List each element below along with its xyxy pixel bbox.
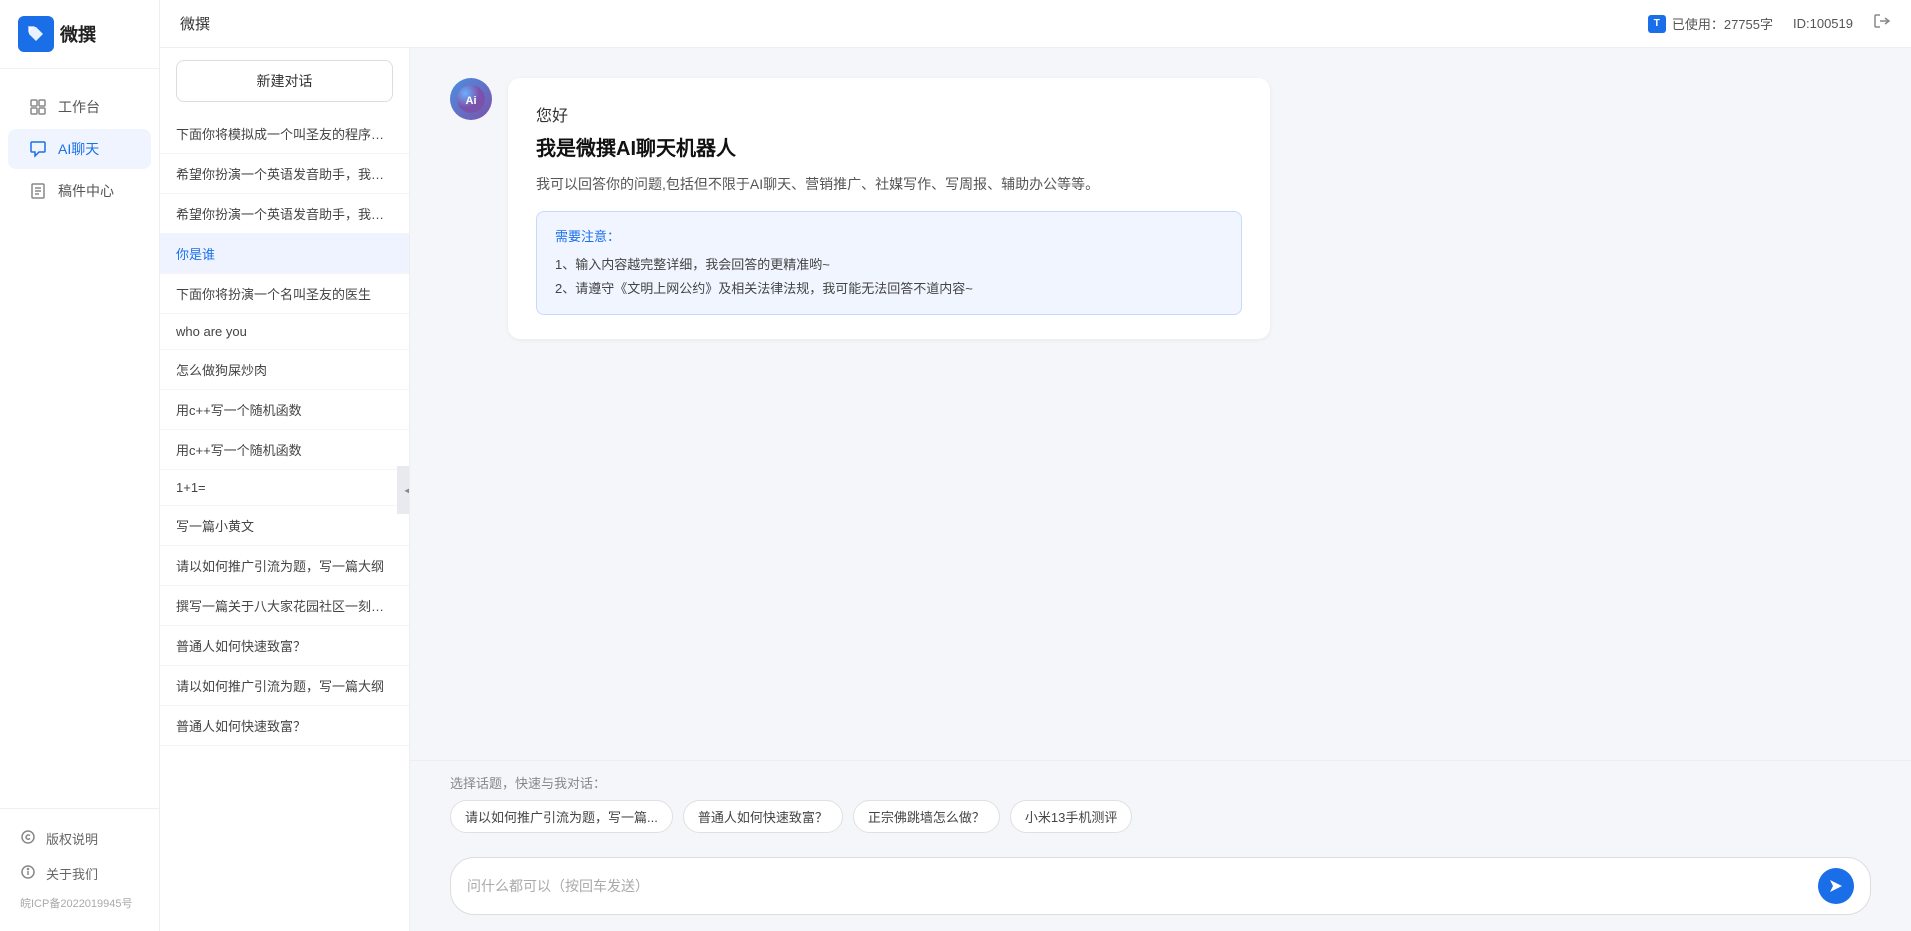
notice-item: 1、输入内容越完整详细，我会回答的更精准哟~ xyxy=(555,253,1223,276)
notice-box: 需要注意： 1、输入内容越完整详细，我会回答的更精准哟~2、请遵守《文明上网公约… xyxy=(536,211,1242,315)
welcome-block: Ai 您好 我是微撰AI聊天机器人 我可以回答你的问题,包括但不限于AI聊天、营… xyxy=(450,78,1270,339)
quick-topics-label: 选择话题，快速与我对话： xyxy=(450,773,1871,792)
history-item[interactable]: 1+1= xyxy=(160,470,409,506)
topbar-title: 微撰 xyxy=(180,13,210,34)
usage-info: T 已使用：27755字 xyxy=(1648,14,1773,33)
welcome-greeting: 您好 xyxy=(536,102,1242,126)
history-item[interactable]: 你是谁 xyxy=(160,234,409,274)
copyright-label: 版权说明 xyxy=(46,829,98,848)
usage-label: 已使用：27755字 xyxy=(1672,14,1773,33)
draft-center-icon xyxy=(28,181,48,201)
collapse-button[interactable]: ◀ xyxy=(397,466,410,514)
about-icon xyxy=(20,864,36,883)
copyright-icon xyxy=(20,829,36,848)
history-item[interactable]: 希望你扮演一个英语发音助手，我提供给你... xyxy=(160,194,409,234)
usage-icon: T xyxy=(1648,15,1666,33)
notice-title: 需要注意： xyxy=(555,226,1223,245)
notice-items: 1、输入内容越完整详细，我会回答的更精准哟~2、请遵守《文明上网公约》及相关法律… xyxy=(555,253,1223,300)
topbar: 微撰 T 已使用：27755字 ID:100519 xyxy=(160,0,1911,48)
content-wrapper: 新建对话 下面你将模拟成一个叫圣友的程序员，我说...希望你扮演一个英语发音助手… xyxy=(160,48,1911,931)
send-button[interactable] xyxy=(1818,868,1854,904)
history-list: 下面你将模拟成一个叫圣友的程序员，我说...希望你扮演一个英语发音助手，我提供给… xyxy=(160,114,409,746)
about-item[interactable]: 关于我们 xyxy=(0,856,159,891)
notice-item: 2、请遵守《文明上网公约》及相关法律法规，我可能无法回答不道内容~ xyxy=(555,277,1223,300)
logo-icon xyxy=(18,16,54,52)
topbar-right: T 已使用：27755字 ID:100519 xyxy=(1648,12,1891,35)
ai-chat-icon xyxy=(28,139,48,159)
sidebar-item-draft-center[interactable]: 稿件中心 xyxy=(8,171,151,211)
sidebar-bottom: 版权说明 关于我们 皖ICP备2022019945号 xyxy=(0,808,159,931)
quick-topics-bar: 选择话题，快速与我对话： 请以如何推广引流为题，写一篇... 普通人如何快速致富？… xyxy=(410,760,1911,845)
history-item[interactable]: 请以如何推广引流为题，写一篇大纲 xyxy=(160,546,409,586)
history-item[interactable]: 普通人如何快速致富？ xyxy=(160,626,409,666)
svg-text:Ai: Ai xyxy=(466,95,477,107)
quick-topics-list: 请以如何推广引流为题，写一篇... 普通人如何快速致富？ 正宗佛跳墙怎么做？ 小米13… xyxy=(450,800,1871,833)
new-chat-label: 新建对话 xyxy=(257,71,313,91)
ai-chat-label: AI聊天 xyxy=(58,139,99,159)
workbench-icon xyxy=(28,97,48,117)
history-item[interactable]: 普通人如何快速致富？ xyxy=(160,706,409,746)
input-area xyxy=(410,845,1911,931)
app-name: 微撰 xyxy=(60,21,96,47)
history-item[interactable]: 下面你将扮演一个名叫圣友的医生 xyxy=(160,274,409,314)
user-id: ID:100519 xyxy=(1793,16,1853,31)
input-box xyxy=(450,857,1871,915)
sidebar-item-workbench[interactable]: 工作台 xyxy=(8,87,151,127)
icp-text: 皖ICP备2022019945号 xyxy=(0,891,159,919)
chat-area: Ai 您好 我是微撰AI聊天机器人 我可以回答你的问题,包括但不限于AI聊天、营… xyxy=(410,48,1911,931)
history-item[interactable]: who are you xyxy=(160,314,409,350)
quick-topic-chip[interactable]: 小米13手机测评 xyxy=(1010,800,1132,833)
sidebar: 微撰 工作台 AI聊天 xyxy=(0,0,160,931)
quick-topic-chip[interactable]: 普通人如何快速致富？ xyxy=(683,800,843,833)
welcome-title: 我是微撰AI聊天机器人 xyxy=(536,132,1242,161)
welcome-desc: 我可以回答你的问题,包括但不限于AI聊天、营销推广、社媒写作、写周报、辅助办公等… xyxy=(536,173,1242,195)
ai-avatar: Ai xyxy=(450,78,492,120)
sidebar-item-ai-chat[interactable]: AI聊天 xyxy=(8,129,151,169)
new-chat-button[interactable]: 新建对话 xyxy=(176,60,393,102)
history-item[interactable]: 用c++写一个随机函数 xyxy=(160,390,409,430)
workbench-label: 工作台 xyxy=(58,97,100,117)
logo-area: 微撰 xyxy=(0,0,159,69)
logout-button[interactable] xyxy=(1873,12,1891,35)
quick-topic-chip[interactable]: 请以如何推广引流为题，写一篇... xyxy=(450,800,673,833)
history-panel: 新建对话 下面你将模拟成一个叫圣友的程序员，我说...希望你扮演一个英语发音助手… xyxy=(160,48,410,931)
chat-input[interactable] xyxy=(467,878,1808,894)
history-item[interactable]: 请以如何推广引流为题，写一篇大纲 xyxy=(160,666,409,706)
history-item[interactable]: 怎么做狗屎炒肉 xyxy=(160,350,409,390)
main-nav: 工作台 AI聊天 稿件中心 xyxy=(0,69,159,808)
history-item[interactable]: 用c++写一个随机函数 xyxy=(160,430,409,470)
main-content: 微撰 T 已使用：27755字 ID:100519 新建对话 下面你将模拟成一个… xyxy=(160,0,1911,931)
chat-messages: Ai 您好 我是微撰AI聊天机器人 我可以回答你的问题,包括但不限于AI聊天、营… xyxy=(410,48,1911,760)
quick-topic-chip[interactable]: 正宗佛跳墙怎么做？ xyxy=(853,800,1000,833)
about-label: 关于我们 xyxy=(46,864,98,883)
draft-center-label: 稿件中心 xyxy=(58,181,114,201)
history-item[interactable]: 希望你扮演一个英语发音助手，我提供给你... xyxy=(160,154,409,194)
copyright-item[interactable]: 版权说明 xyxy=(0,821,159,856)
welcome-content: 您好 我是微撰AI聊天机器人 我可以回答你的问题,包括但不限于AI聊天、营销推广… xyxy=(508,78,1270,339)
history-item[interactable]: 下面你将模拟成一个叫圣友的程序员，我说... xyxy=(160,114,409,154)
history-item[interactable]: 写一篇小黄文 xyxy=(160,506,409,546)
history-item[interactable]: 撰写一篇关于八大家花园社区一刻钟便民生... xyxy=(160,586,409,626)
